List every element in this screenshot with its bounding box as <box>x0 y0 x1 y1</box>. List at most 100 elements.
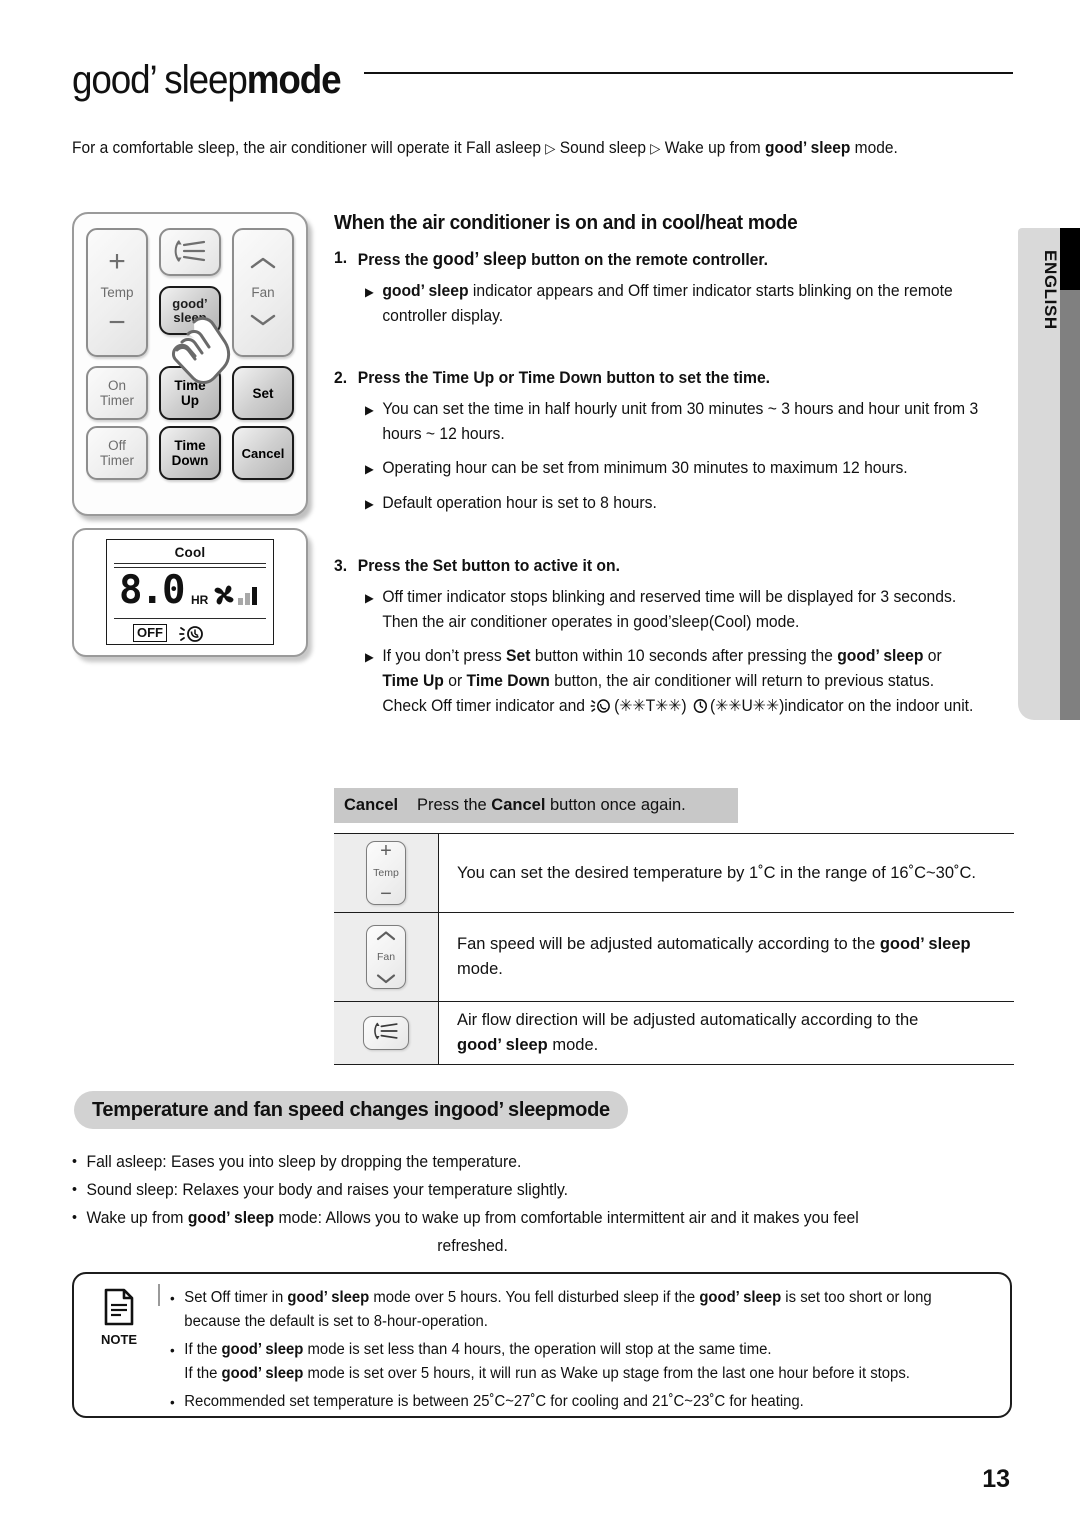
note-2-line2-b: good’ sleep <box>221 1365 304 1382</box>
remote-display-illustration: Cool 8.0 HR OFF <box>72 528 308 657</box>
step-2: 2. Press the Time Up or Time Down button… <box>334 369 980 388</box>
time-up-label-line2: Up <box>181 393 199 408</box>
table-row-2-text: Fan speed will be adjusted automatically… <box>457 932 1002 982</box>
cancel-label: Cancel <box>241 445 285 461</box>
step-3: 3. Press the Set button to active it on. <box>334 557 980 576</box>
step-1-text: Press the good’ sleep button on the remo… <box>358 249 768 270</box>
note-items: • Set Off timer in good’ sleep mode over… <box>170 1286 996 1418</box>
temp-minus-label: − <box>380 883 392 905</box>
table-row-2-text-a: Fan speed will be adjusted automatically… <box>457 935 880 953</box>
temp-label: Temp <box>100 285 134 300</box>
fan-button-icon[interactable]: Fan <box>366 925 406 989</box>
side-tab-dark-strip <box>1060 228 1080 720</box>
table-row-text: You can set the desired temperature by 1… <box>439 834 988 912</box>
step-3-bullet-1-text: Off timer indicator stops blinking and r… <box>382 588 957 631</box>
good-sleep-label-line2: sleep <box>173 309 207 325</box>
lcd-mode-label: Cool <box>174 545 206 560</box>
table-row-text: Air flow direction will be adjusted auto… <box>439 1002 930 1064</box>
remote-set-button[interactable]: Set <box>232 366 294 420</box>
remote-fan-button[interactable]: Fan <box>232 228 294 357</box>
side-tab-label: ENGLISH <box>1041 250 1060 330</box>
remote-temp-button[interactable]: + Temp − <box>86 228 148 357</box>
section2-bullet-3-b: mode: Allows you to wake up from comfort… <box>274 1209 859 1227</box>
button-behavior-table: + Temp − You can set the desired tempera… <box>334 833 1014 1065</box>
list-item: • If the good’ sleep mode is set less th… <box>170 1338 963 1386</box>
step-3-bullet-1: ▶ Off timer indicator stops blinking and… <box>365 585 982 635</box>
time-down-label-line2: Down <box>171 453 209 468</box>
side-tab-black-segment <box>1060 228 1080 290</box>
step-1-bullet-1-text: good’ sleep indicator appears and Off ti… <box>382 279 981 329</box>
bullet-dot-icon: • <box>170 1342 175 1358</box>
remote-on-timer-button[interactable]: On Timer <box>86 366 148 420</box>
section2-bullets: • Fall asleep: Eases you into sleep by d… <box>72 1148 1012 1260</box>
cancel-row-text: Press the Cancel button once again. <box>417 796 686 815</box>
table-row-3-text: Air flow direction will be adjusted auto… <box>457 1008 918 1058</box>
intro-paragraph: For a comfortable sleep, the air conditi… <box>72 136 946 160</box>
remote-airflow-direction-button[interactable] <box>159 228 221 276</box>
remote-off-timer-button[interactable]: Off Timer <box>86 426 148 480</box>
step-2-bullet-1-text: You can set the time in half hourly unit… <box>382 400 979 443</box>
remote-cancel-button[interactable]: Cancel <box>232 426 294 480</box>
lcd-divider-1 <box>114 563 266 564</box>
manual-page: good’ sleepmode For a comfortable sleep,… <box>0 0 1080 1532</box>
note-1-c: mode over 5 hours. You fell disturbed sl… <box>369 1289 700 1306</box>
remote-good-sleep-button[interactable]: good’ sleep <box>159 286 221 335</box>
step-2-bullet-3: ▶ Default operation hour is set to 8 hou… <box>365 491 982 517</box>
table-row-text: Fan speed will be adjusted automatically… <box>439 913 1014 1001</box>
temp-plus-label: + <box>380 840 392 862</box>
step-3-text-b: button to active it on. <box>457 557 620 575</box>
fan-blade-icon <box>212 583 236 612</box>
step-1-text-b: button on the remote controller. <box>526 251 768 269</box>
intro-part3: Wake up from <box>660 139 766 157</box>
temp-plus-label: + <box>108 245 126 278</box>
bullet-dot-icon: • <box>72 1153 78 1170</box>
good-sleep-label-line1: good’ <box>172 295 208 311</box>
lcd-divider-3 <box>114 618 266 619</box>
airflow-direction-button-icon[interactable] <box>363 1016 409 1050</box>
note-item-2-text: If the good’ sleep mode is set less than… <box>184 1338 910 1386</box>
step-3-text: Press the Set button to active it on. <box>358 557 620 576</box>
temp-minus-label: − <box>108 306 126 339</box>
note-box: NOTE • Set Off timer in good’ sleep mode… <box>72 1272 1012 1418</box>
remote-time-down-button[interactable]: Time Down <box>159 426 221 480</box>
bullet-arrow-icon: ▶ <box>365 403 374 417</box>
step-2-bold-timeup: Time Up <box>432 369 495 387</box>
section2-heading-a: Temperature and fan speed changes in <box>92 1098 451 1121</box>
remote-time-up-button[interactable]: Time Up <box>159 366 221 420</box>
step-2-text: Press the Time Up or Time Down button to… <box>358 369 770 388</box>
bullet-arrow-icon: ▶ <box>365 650 374 664</box>
bullet-arrow-icon: ▶ <box>365 462 374 476</box>
bullet-dot-icon: • <box>72 1181 78 1198</box>
step-2-bullet-1: ▶ You can set the time in half hourly un… <box>365 397 982 447</box>
list-item: • Set Off timer in good’ sleep mode over… <box>170 1286 963 1334</box>
section2-bullet-3-text: Wake up from good’ sleep mode: Allows yo… <box>87 1204 859 1260</box>
list-item: • Fall asleep: Eases you into sleep by d… <box>72 1148 965 1176</box>
good-sleep-clock-icon <box>178 622 208 649</box>
table-row-3-text-a: Air flow direction will be adjusted auto… <box>457 1011 919 1029</box>
good-sleep-clock-icon <box>589 697 614 723</box>
step-2-number: 2. <box>334 369 348 387</box>
note-label: NOTE <box>100 1332 138 1347</box>
page-number: 13 <box>982 1465 1010 1493</box>
bullet-dot-icon: • <box>170 1290 175 1306</box>
airflow-direction-icon <box>170 238 210 267</box>
step-2-bullet-2: ▶ Operating hour can be set from minimum… <box>365 456 982 482</box>
page-title: good’ sleepmode <box>72 58 342 103</box>
section2-bullet-1-text: Fall asleep: Eases you into sleep by dro… <box>86 1153 522 1171</box>
note-divider <box>158 1284 160 1306</box>
intro-part4: mode. <box>850 139 898 157</box>
intro-part2: Sound sleep <box>555 139 651 157</box>
section2-bullet-3-a: Wake up from <box>86 1209 188 1227</box>
lcd-off-indicator: OFF <box>133 624 167 642</box>
section2-heading-b: mode <box>557 1098 610 1121</box>
table-row-2-brand: good’ sleep <box>879 935 971 953</box>
section2-heading-brand: good’ sleep <box>450 1098 558 1121</box>
step-2-mid: or <box>494 369 519 387</box>
section2-bullet-3-brand: good’ sleep <box>187 1209 275 1227</box>
temp-button-icon[interactable]: + Temp − <box>366 841 406 905</box>
arrow-separator-1-icon: ▷ <box>545 140 556 156</box>
note-icon-group: NOTE <box>88 1288 150 1347</box>
section2-bullet-3-c: refreshed. <box>437 1237 508 1255</box>
